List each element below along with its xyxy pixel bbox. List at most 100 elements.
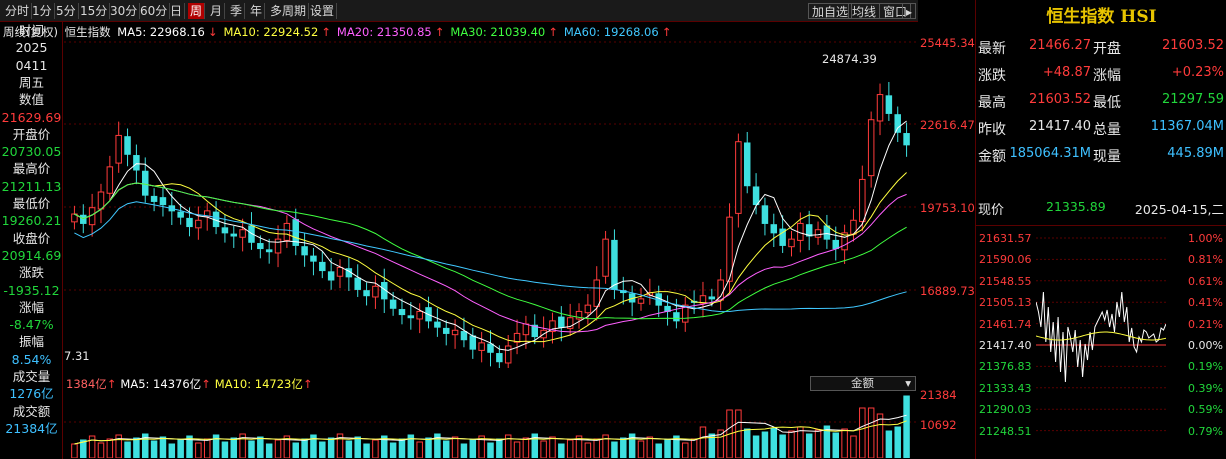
price-axis-label: 25445.34 — [920, 36, 975, 50]
volume-bar — [372, 439, 379, 458]
legend-ma-value: MA5: 22968.16 — [117, 25, 205, 39]
period-tab-2[interactable]: 5分 — [54, 3, 79, 19]
volume-bar — [469, 439, 477, 458]
info-value: 20914.69 — [1, 247, 62, 263]
candle — [372, 285, 379, 298]
info-label: 时间 — [18, 23, 44, 38]
candle — [115, 134, 122, 164]
candle — [398, 309, 406, 316]
tick-price-label: 21631.57 — [979, 232, 1032, 245]
period-tab-1[interactable]: 1分 — [30, 3, 55, 19]
volume-bar — [690, 438, 698, 458]
ma-line-ma30 — [74, 182, 907, 320]
chevron-down-icon: ▾ — [905, 376, 911, 390]
volume-bar — [646, 436, 654, 458]
volume-bar — [71, 443, 78, 458]
volume-bar — [487, 442, 494, 458]
volume-bar — [797, 426, 804, 458]
candle — [221, 227, 229, 234]
volume-bar — [584, 442, 592, 458]
candlestick-chart[interactable] — [64, 38, 917, 368]
volume-indicator-label: 金额 — [851, 376, 874, 390]
volume-bar — [566, 439, 574, 458]
peak-label: 24874.39 — [822, 52, 877, 66]
candle — [593, 279, 600, 307]
volume-chart[interactable] — [64, 392, 917, 458]
period-tab-11[interactable]: 多周期 — [268, 3, 310, 19]
period-tab-7[interactable]: 周 — [188, 3, 206, 19]
volume-bar — [354, 436, 361, 458]
period-tab-3[interactable]: 15分 — [78, 3, 111, 19]
volume-bar — [133, 437, 140, 458]
info-value: 1276亿 — [9, 386, 54, 402]
volume-bar — [611, 441, 618, 458]
volume-bar — [177, 439, 184, 458]
volume-bar — [620, 437, 627, 458]
period-tab-5[interactable]: 60分 — [138, 3, 171, 19]
volume-bar — [540, 440, 547, 458]
info-value: 21211.13 — [1, 178, 62, 194]
volume-bar — [203, 438, 211, 458]
volume-bar — [549, 436, 556, 458]
legend-ma-arrow: ↑ — [434, 25, 445, 39]
period-tab-10[interactable]: 年 — [248, 3, 266, 19]
info-label: 最高价 — [12, 161, 51, 177]
period-tab-9[interactable]: 季 — [228, 3, 246, 19]
volume-axis-label: 10692 — [920, 418, 957, 432]
quote-label: 涨跌 — [978, 68, 1006, 84]
candle — [159, 197, 167, 206]
intraday-tick-chart[interactable] — [1036, 232, 1166, 454]
candle — [522, 323, 530, 336]
volume-legend-item: MA10: 14723亿↑ — [215, 377, 313, 391]
period-tab-4[interactable]: 30分 — [108, 3, 141, 19]
tick-price-label: 21590.06 — [979, 253, 1032, 267]
volume-bar — [496, 438, 503, 458]
volume-bar — [867, 407, 875, 458]
quote-value: 445.89M — [1167, 146, 1224, 161]
tick-pct-label: 0.81% — [1188, 253, 1223, 267]
volume-bar — [761, 431, 769, 458]
candle — [496, 353, 503, 363]
volume-bar — [522, 437, 530, 458]
candle — [80, 214, 87, 224]
volume-indicator-select[interactable]: 金额 ▾ — [810, 376, 916, 391]
tick-pct-label: 0.21% — [1188, 317, 1223, 331]
candle — [434, 321, 441, 328]
volume-bar — [319, 441, 326, 458]
info-value: -8.47% — [9, 317, 54, 333]
scroll-right-icon[interactable]: ▸ — [902, 3, 917, 19]
volume-bar — [513, 441, 521, 458]
candle — [442, 327, 450, 334]
ma-line-ma60 — [74, 201, 907, 313]
candle — [504, 345, 512, 364]
candle — [319, 261, 326, 272]
period-tab-0[interactable]: 分时 — [3, 3, 33, 19]
volume-legend-item: MA5: 14376亿↑ — [120, 377, 210, 391]
price-axis-label: 22616.47 — [920, 118, 975, 132]
candle — [97, 191, 105, 210]
legend-name: 恒生指数 — [64, 25, 111, 39]
toolbar-button-1[interactable]: 均线 — [848, 3, 881, 19]
volume-bar — [699, 426, 707, 458]
volume-bar — [460, 443, 468, 458]
candle — [301, 246, 308, 256]
period-tab-12[interactable]: 设置 — [308, 3, 338, 19]
period-tab-6[interactable]: 日 — [168, 3, 186, 19]
info-label: 数值 — [18, 92, 44, 108]
price-axis-label: 19753.10 — [920, 201, 975, 215]
info-value: 20730.05 — [1, 144, 62, 160]
quote-label: 现量 — [1093, 149, 1121, 165]
toolbar-button-0[interactable]: 加自选 — [808, 3, 853, 19]
volume-bar — [398, 438, 406, 458]
info-label: 开盘价 — [12, 126, 51, 142]
period-tab-8[interactable]: 月 — [208, 3, 226, 19]
tick-price-label: 21417.40 — [979, 339, 1032, 352]
candle — [584, 304, 592, 314]
candle — [673, 312, 680, 322]
candle — [265, 249, 273, 253]
divider — [976, 225, 1226, 226]
info-value: -1935.12 — [3, 282, 60, 298]
legend-ma-arrow: ↑ — [321, 25, 331, 39]
candle — [478, 342, 485, 351]
tick-pct-label: 0.19% — [1188, 360, 1223, 374]
